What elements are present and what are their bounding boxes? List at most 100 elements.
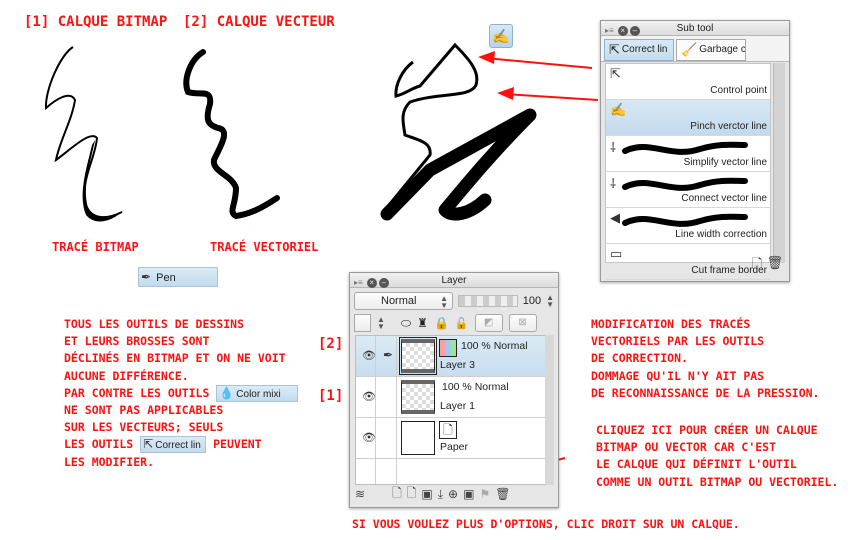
trash-icon[interactable]: 🗑: [495, 487, 510, 501]
layer-color-swatch[interactable]: [354, 314, 371, 332]
line-width-icon: ◀: [610, 210, 620, 225]
pinched-vector-stroke: [383, 42, 479, 211]
close-icon[interactable]: ×: [617, 25, 628, 36]
eye-icon[interactable]: 👁: [362, 349, 376, 362]
tab-correct-line[interactable]: ⇱ Correct lin: [604, 39, 674, 61]
layer-scrollbar[interactable]: [545, 335, 554, 485]
note-left: Tous les outils de dessins et leurs bros…: [64, 316, 299, 471]
note-line: les modifier.: [64, 454, 155, 469]
subtool-item-pinch-vector-line[interactable]: ✍ Pinch verctor line: [606, 100, 770, 136]
layer-title: Layer: [441, 275, 467, 286]
pinch-vector-icon: ✍: [492, 28, 510, 44]
layer-name: Layer 3: [440, 359, 476, 371]
merge-visible-icon[interactable]: ⊕: [448, 487, 458, 501]
stepper-icon[interactable]: ▲ ▼: [546, 294, 554, 309]
subtool-tabs: ⇱ Correct lin 🧹 Garbage c: [601, 36, 789, 62]
edit-pen-icon[interactable]: ✒: [383, 348, 393, 362]
subtool-item-simplify-vector-line[interactable]: ⸸ Simplify vector line: [606, 136, 770, 172]
layer-blend: 100 % Normal: [442, 381, 509, 393]
note-line: Par contre les outils 💧 Color mixi: [64, 384, 299, 402]
simplify-icon: ⸸: [610, 140, 617, 155]
note-line: de reconnaissance de la pression.: [591, 385, 820, 400]
note-line: bitmap ou vector car c'est: [596, 440, 777, 455]
new-raster-layer-icon[interactable]: 🗋: [392, 484, 402, 505]
merge-down-icon[interactable]: ⤓: [438, 487, 443, 502]
lock-icon[interactable]: 🔒: [434, 316, 449, 330]
mask-icon[interactable]: ▣: [463, 487, 474, 501]
note-line: le calque qui définit l'outil: [596, 457, 797, 472]
subtool-palette: ▸≡ × – Sub tool ⇱ Correct lin 🧹 Garbage …: [600, 20, 790, 282]
note-line: déclinés en bitmap et on ne voit: [64, 351, 286, 366]
subtool-item-cut-frame-border[interactable]: ▭ Cut frame border: [606, 244, 770, 280]
correct-line-icon: ⇱: [143, 437, 154, 452]
tab-garbage[interactable]: 🧹 Garbage c: [676, 39, 746, 61]
layer-stack-icon[interactable]: ≋: [355, 487, 365, 501]
pinch-tool-button[interactable]: ✍: [489, 24, 513, 48]
note-text: peuvent: [213, 437, 262, 452]
note-right-bottom: Cliquez ici pour créer un calque bitmap …: [596, 422, 838, 491]
minimize-icon[interactable]: –: [629, 25, 640, 36]
minimize-icon[interactable]: –: [378, 277, 389, 288]
subtool-label: Simplify vector line: [683, 157, 767, 168]
new-folder-icon[interactable]: ▣: [421, 487, 432, 501]
layer-row-layer-3[interactable]: 👁 ✒ 100 % Normal Layer 3: [356, 336, 546, 377]
ruler-select[interactable]: ⊠: [508, 314, 537, 332]
stepper-icon[interactable]: ▲ ▼: [377, 316, 385, 331]
vector-layer-icon: [439, 339, 457, 357]
bitmap-stroke: [44, 46, 123, 219]
brush-stroke-preview: [622, 177, 748, 191]
palette-menu-icon[interactable]: ▸≡: [605, 23, 614, 38]
pen-nib-icon: ✒: [141, 270, 152, 284]
reference-icon[interactable]: ♜: [417, 316, 428, 330]
blend-mode-value: Normal: [381, 295, 417, 307]
note-line: aucune différence.: [64, 368, 189, 383]
tab-label: Garbage c: [699, 44, 746, 55]
lock-alpha-icon[interactable]: 🔓: [455, 317, 469, 330]
pen-tool-label: Pen: [156, 272, 176, 284]
bitmap-stroke-thick: [82, 140, 124, 222]
color-mix-chip: 💧 Color mixi: [216, 384, 299, 402]
blend-mode-select[interactable]: Normal ▲ ▼: [354, 292, 454, 310]
heading-vector-layer: [2] Calque vecteur: [183, 14, 335, 30]
opacity-value[interactable]: 100: [523, 295, 541, 307]
subtool-item-control-point[interactable]: ⇱ Control point: [606, 64, 770, 100]
pen-tool-chip[interactable]: ✒ Pen: [138, 267, 218, 287]
arrow-to-simplify: [504, 93, 599, 101]
subtool-titlebar: ▸≡ × – Sub tool: [601, 21, 789, 36]
layer-row-paper[interactable]: 👁 🗋 Paper: [356, 418, 546, 459]
layer-thumbnail: [401, 380, 435, 414]
layer-row-layer-1[interactable]: 👁 100 % Normal Layer 1: [356, 377, 546, 418]
subtool-scrollbar[interactable]: [773, 63, 785, 263]
marker-layer-3: [2]: [318, 336, 344, 352]
close-icon[interactable]: ×: [366, 277, 377, 288]
opacity-slider[interactable]: [458, 295, 518, 307]
clip-icon[interactable]: ⬭: [401, 316, 411, 331]
subtool-item-line-width-correction[interactable]: ◀ Line width correction: [606, 208, 770, 244]
new-vector-layer-icon[interactable]: 🗋: [407, 484, 417, 505]
subtool-label: Pinch verctor line: [690, 121, 767, 132]
trash-icon[interactable]: 🗑: [766, 255, 783, 277]
arrow-to-pinch: [484, 57, 593, 69]
subtool-label: Control point: [710, 85, 767, 96]
ruler-icon[interactable]: ⚑: [479, 487, 490, 501]
note-line: ne sont pas applicables: [64, 403, 224, 418]
correct-line-icon: ⇱: [609, 42, 620, 57]
eye-icon[interactable]: 👁: [362, 431, 376, 444]
note-line: Dommage qu'il n'y ait pas: [591, 368, 765, 383]
eye-icon[interactable]: 👁: [362, 390, 376, 403]
tab-label: Correct lin: [621, 44, 668, 55]
stepper-icon: ▲ ▼: [440, 294, 449, 310]
note-line: Tous les outils de dessins: [64, 317, 245, 331]
vector-stroke-bold: [380, 108, 537, 221]
vector-stroke: [183, 49, 280, 220]
subtool-item-connect-vector-line[interactable]: ⸸ Connect vector line: [606, 172, 770, 208]
layer-thumbnail: [401, 421, 435, 455]
color-mix-icon: 💧: [219, 385, 235, 400]
paper-icon: 🗋: [439, 421, 457, 439]
subtool-label: Line width correction: [675, 229, 767, 240]
subtool-list: ⇱ Control point ✍ Pinch verctor line ⸸ S…: [605, 63, 771, 280]
layer-blend: 100 % Normal: [461, 340, 528, 352]
palette-menu-icon[interactable]: ▸≡: [354, 275, 363, 290]
new-subtool-icon[interactable]: 🗋: [752, 255, 762, 277]
mask-select[interactable]: ◩: [474, 314, 503, 332]
